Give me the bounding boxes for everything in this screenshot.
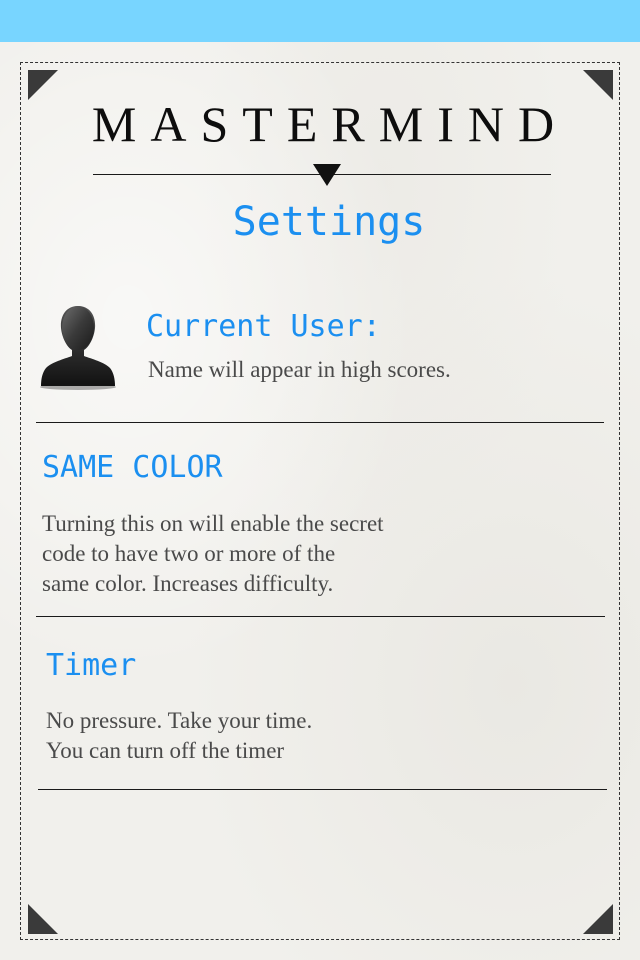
corner-ornament-bottom-left (28, 904, 58, 934)
same-color-description-line: code to have two or more of the (42, 541, 336, 566)
status-bar (0, 0, 640, 42)
dashed-border-frame (20, 62, 620, 940)
timer-label[interactable]: Timer (46, 647, 136, 685)
same-color-description: Turning this on will enable the secret c… (42, 509, 442, 599)
triangle-down-icon (313, 164, 341, 186)
timer-description-line: You can turn off the timer (46, 738, 285, 763)
corner-ornament-bottom-right (583, 904, 613, 934)
same-color-description-line: same color. Increases difficulty. (42, 571, 334, 596)
app-title: MASTERMIND (91, 96, 569, 152)
settings-card: MASTERMIND Settings Current User: Name w… (0, 42, 640, 960)
current-user-description: Name will appear in high scores. (148, 357, 451, 382)
timer-description: No pressure. Take your time. You can tur… (46, 706, 446, 766)
section-divider (36, 422, 604, 423)
same-color-label[interactable]: SAME COLOR (42, 449, 223, 487)
page-title: Settings (232, 199, 426, 245)
current-user-label: Current User: (146, 309, 381, 344)
user-silhouette-icon[interactable] (38, 302, 118, 392)
section-divider (38, 789, 607, 790)
same-color-description-line: Turning this on will enable the secret (42, 511, 384, 536)
section-divider (36, 616, 605, 617)
timer-description-line: No pressure. Take your time. (46, 708, 313, 733)
